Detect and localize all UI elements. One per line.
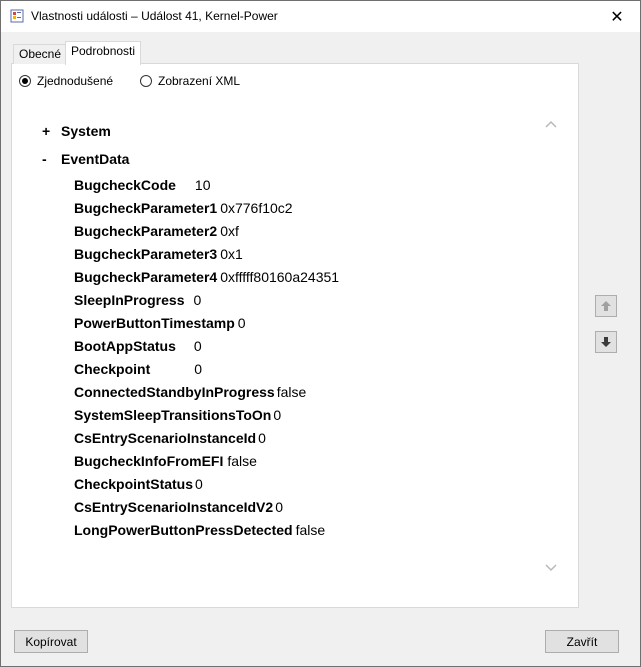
row-value: 0 <box>194 361 203 377</box>
data-row: BugcheckParameter3 0x1 <box>74 243 243 266</box>
row-value: 0x1 <box>220 246 243 262</box>
row-value: 0 <box>237 315 246 331</box>
row-key: BugcheckCode <box>74 177 176 193</box>
row-key: BugcheckParameter1 <box>74 200 218 216</box>
copy-button-label: Kopírovat <box>25 634 77 649</box>
row-key: LongPowerButtonPressDetected <box>74 522 293 538</box>
scroll-up-icon[interactable] <box>545 119 557 131</box>
window-title: Vlastnosti události – Událost 41, Kernel… <box>31 9 278 23</box>
expand-icon[interactable]: + <box>42 123 61 139</box>
row-value: 0 <box>273 407 282 423</box>
row-key: BugcheckInfoFromEFI <box>74 453 224 469</box>
row-value: 0xfffff80160a24351 <box>220 269 340 285</box>
node-label: EventData <box>61 151 130 167</box>
row-value: false <box>295 522 326 538</box>
data-row: BugcheckCode 10 <box>74 174 211 197</box>
close-window-button[interactable]: ✕ <box>594 1 640 32</box>
row-key: Checkpoint <box>74 361 151 377</box>
collapse-icon[interactable]: - <box>42 151 61 167</box>
data-row: SystemSleepTransitionsToOn 0 <box>74 404 281 427</box>
row-value: 0 <box>258 430 266 446</box>
event-data-tree: + System - EventData BugcheckCode 10 Bugc… <box>29 103 541 590</box>
tab-details[interactable]: Podrobnosti <box>65 41 142 65</box>
data-row: SleepInProgress 0 <box>74 289 201 312</box>
row-value: false <box>276 384 307 400</box>
tab-label: Podrobnosti <box>71 44 136 58</box>
title-bar: Vlastnosti události – Událost 41, Kernel… <box>1 1 640 32</box>
row-value: 0 <box>193 338 202 354</box>
radio-label: Zobrazení XML <box>158 74 241 88</box>
row-key: SleepInProgress <box>74 292 185 308</box>
row-key: BugcheckParameter2 <box>74 223 218 239</box>
row-key: SystemSleepTransitionsToOn <box>74 407 272 423</box>
data-row: CsEntryScenarioInstanceId 0 <box>74 427 266 450</box>
event-viewer-icon <box>10 9 24 23</box>
row-value: 0 <box>193 292 202 308</box>
data-row: PowerButtonTimestamp 0 <box>74 312 246 335</box>
row-key: CheckpointStatus <box>74 476 194 492</box>
tab-general[interactable]: Obecné <box>13 44 68 64</box>
scroll-down-icon[interactable] <box>545 563 557 575</box>
arrow-down-icon <box>601 337 611 347</box>
row-key: ConnectedStandbyInProgress <box>74 384 275 400</box>
radio-simplified[interactable]: Zjednodušené <box>19 74 113 88</box>
row-key: BugcheckParameter3 <box>74 246 218 262</box>
data-row: BootAppStatus 0 <box>74 335 202 358</box>
row-key: CsEntryScenarioInstanceId <box>74 430 257 446</box>
copy-button[interactable]: Kopírovat <box>14 630 88 653</box>
close-button-label: Zavřít <box>566 634 598 649</box>
data-row: CheckpointStatus 0 <box>74 473 203 496</box>
data-row: BugcheckParameter4 0xfffff80160a24351 <box>74 266 339 289</box>
event-data-view[interactable]: + System - EventData BugcheckCode 10 Bugc… <box>29 103 561 590</box>
row-value: 0x776f10c2 <box>220 200 293 216</box>
node-label: System <box>61 123 111 139</box>
row-key: BootAppStatus <box>74 338 176 354</box>
radio-button-checked[interactable] <box>19 75 31 87</box>
close-icon: ✕ <box>610 8 624 26</box>
data-row: BugcheckInfoFromEFI false <box>74 450 257 473</box>
data-row: ConnectedStandbyInProgress false <box>74 381 306 404</box>
data-row: BugcheckParameter1 0x776f10c2 <box>74 197 293 220</box>
row-value: 10 <box>194 177 211 193</box>
radio-label: Zjednodušené <box>37 74 114 88</box>
row-key: BugcheckParameter4 <box>74 269 218 285</box>
radio-button[interactable] <box>140 75 152 87</box>
radio-xml-view[interactable]: Zobrazení XML <box>140 74 240 88</box>
row-value: false <box>227 453 257 469</box>
tab-label: Obecné <box>19 47 62 61</box>
row-value: 0xf <box>220 223 239 239</box>
event-properties-window: Vlastnosti události – Událost 41, Kernel… <box>0 0 641 667</box>
row-key: PowerButtonTimestamp <box>74 315 235 331</box>
data-row: LongPowerButtonPressDetected false <box>74 519 325 542</box>
row-key: CsEntryScenarioInstanceIdV2 <box>74 499 274 515</box>
close-button[interactable]: Zavřít <box>545 630 619 653</box>
data-row: Checkpoint 0 <box>74 358 202 381</box>
tree-node-system[interactable]: + System <box>42 123 111 139</box>
tree-node-eventdata[interactable]: - EventData <box>42 151 129 167</box>
row-value: 0 <box>195 476 203 492</box>
next-event-button[interactable] <box>595 331 617 353</box>
row-value: 0 <box>275 499 283 515</box>
previous-event-button[interactable] <box>595 295 617 317</box>
data-row: BugcheckParameter2 0xf <box>74 220 239 243</box>
data-row: CsEntryScenarioInstanceIdV2 0 <box>74 496 283 519</box>
arrow-up-icon <box>601 301 611 311</box>
